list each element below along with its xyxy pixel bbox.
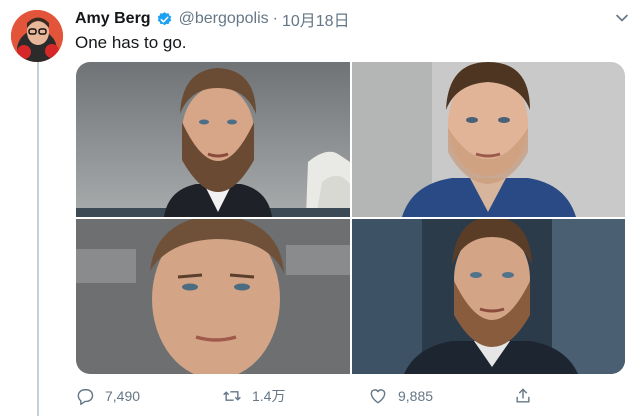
retweet-icon — [223, 391, 241, 401]
retweet-button[interactable]: 1.4万 — [222, 382, 285, 410]
photo-2[interactable] — [352, 62, 625, 217]
photo-4[interactable] — [352, 219, 625, 374]
media-grid — [76, 62, 625, 374]
share-button[interactable] — [513, 382, 543, 410]
photo-3-image — [76, 219, 350, 374]
avatar-image — [11, 10, 63, 62]
heart-icon — [370, 389, 386, 404]
reply-icon — [77, 389, 94, 406]
photo-4-image — [352, 219, 625, 374]
handle[interactable]: @bergopolis — [179, 10, 269, 28]
photo-1-image — [76, 62, 350, 217]
like-button[interactable]: 9,885 — [368, 382, 433, 410]
thread-line — [37, 62, 39, 416]
reply-count: 7,490 — [105, 388, 141, 404]
chevron-down-icon[interactable] — [614, 10, 630, 26]
photo-2-image — [352, 62, 625, 217]
like-count: 9,885 — [398, 388, 434, 404]
tweet-actions: 7,490 1.4万 9,885 — [75, 382, 535, 410]
tweet-text: One has to go. — [75, 33, 187, 52]
tweet-date[interactable]: 10月18日 — [282, 7, 350, 31]
separator-dot: · — [272, 10, 278, 27]
verified-badge-icon — [157, 11, 171, 25]
display-name[interactable]: Amy Berg — [75, 10, 151, 28]
reply-button[interactable]: 7,490 — [75, 382, 140, 410]
avatar[interactable] — [11, 10, 63, 62]
tweet-header: Amy Berg @bergopolis · 10月18日 — [75, 8, 616, 30]
share-icon — [516, 388, 530, 403]
retweet-count: 1.4万 — [252, 388, 286, 404]
photo-3[interactable] — [76, 219, 350, 374]
photo-1[interactable] — [76, 62, 350, 217]
